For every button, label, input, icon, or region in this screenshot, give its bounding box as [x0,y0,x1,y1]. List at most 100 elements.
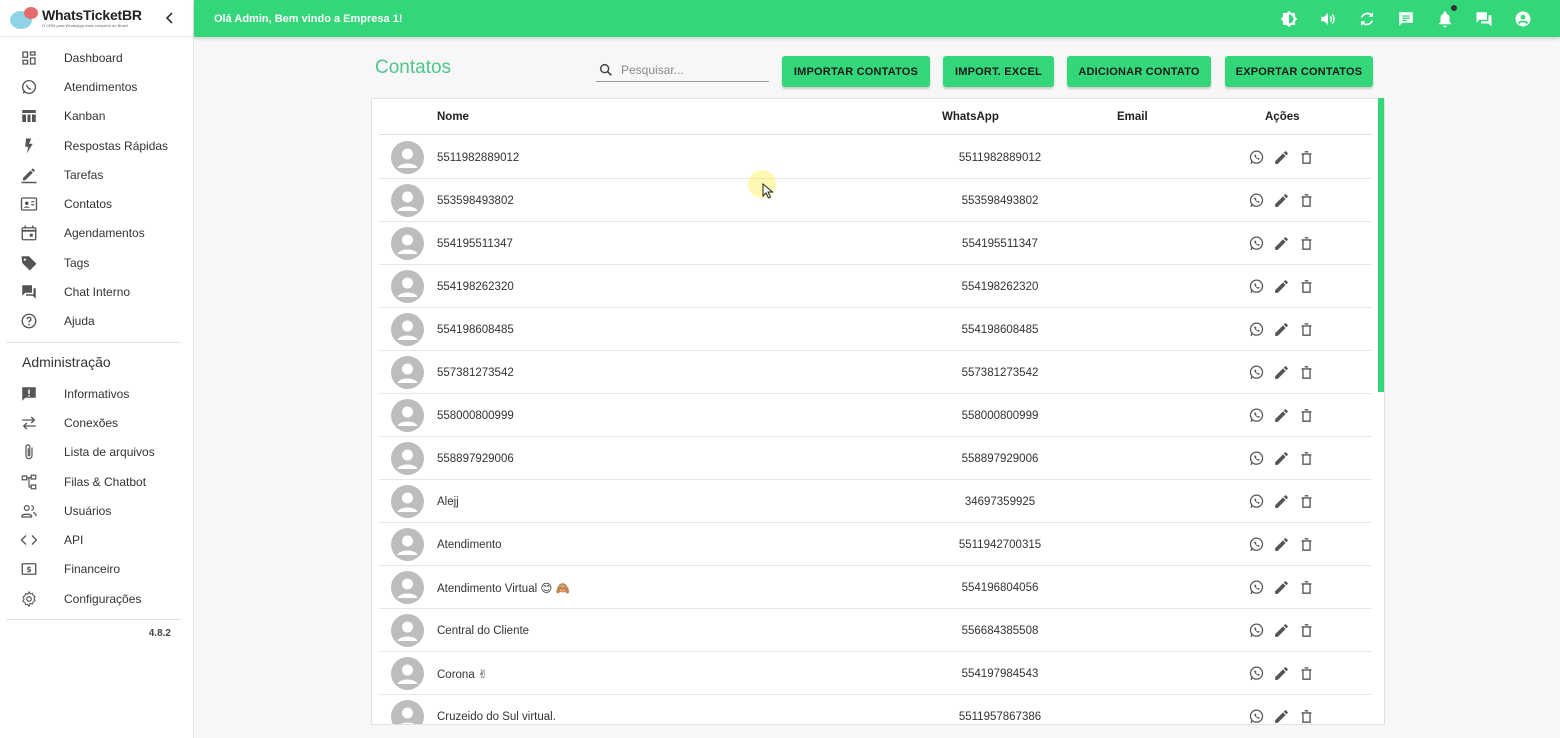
edit-contact-button[interactable] [1272,450,1290,468]
contact-name: 554198262320 [437,280,514,293]
open-whatsapp-button[interactable] [1247,622,1265,640]
open-whatsapp-button[interactable] [1247,321,1265,339]
sidebar-item-atendimentos[interactable]: Atendimentos [0,72,193,101]
edit-contact-button[interactable] [1272,579,1290,597]
delete-contact-button[interactable] [1297,450,1315,468]
open-whatsapp-button[interactable] [1247,364,1265,382]
edit-contact-button[interactable] [1272,149,1290,167]
table-row: Atendimento Virtual 😊 🙈 554196804056 [379,566,1372,609]
edit-contact-button[interactable] [1272,493,1290,511]
delete-contact-button[interactable] [1297,364,1315,382]
add-contact-button[interactable]: ADICIONAR CONTATO [1067,56,1211,87]
edit-contact-button[interactable] [1272,192,1290,210]
refresh-button[interactable] [1357,9,1376,28]
open-whatsapp-button[interactable] [1247,536,1265,554]
app-version: 4.8.2 [148,628,171,640]
sidebar-item-filas-chatbot[interactable]: Filas & Chatbot [0,467,193,496]
nav-divider [6,341,181,343]
trash-icon [1298,493,1315,510]
sidebar-item-informativos[interactable]: Informativos [0,379,193,408]
contact-whatsapp: 554197984543 [961,667,1039,680]
edit-contact-button[interactable] [1272,235,1290,253]
sidebar-item-agendamentos[interactable]: Agendamentos [0,219,193,248]
avatar [391,313,424,346]
theme-toggle-button[interactable] [1279,9,1298,28]
open-whatsapp-button[interactable] [1247,493,1265,511]
delete-contact-button[interactable] [1297,192,1315,210]
delete-contact-button[interactable] [1297,321,1315,339]
edit-contact-button[interactable] [1272,407,1290,425]
sidebar-item-conexoes[interactable]: Conexões [0,408,193,437]
avatar [391,442,424,475]
notifications-button[interactable] [1435,5,1457,28]
edit-contact-button[interactable] [1272,708,1290,725]
open-whatsapp-button[interactable] [1247,407,1265,425]
edit-contact-button[interactable] [1272,278,1290,296]
edit-contact-button[interactable] [1272,364,1290,382]
edit-contact-button[interactable] [1272,536,1290,554]
sidebar-item-lista-arquivos[interactable]: Lista de arquivos [0,438,193,467]
sidebar-item-chat-interno[interactable]: Chat Interno [0,277,193,306]
export-contacts-button[interactable]: EXPORTAR CONTATOS [1225,56,1373,87]
sidebar-item-api[interactable]: API [0,525,193,554]
table-scrollbar[interactable] [1378,98,1384,392]
delete-contact-button[interactable] [1297,536,1315,554]
open-whatsapp-button[interactable] [1247,149,1265,167]
trash-icon [1298,278,1315,295]
open-whatsapp-button[interactable] [1247,665,1265,683]
delete-contact-button[interactable] [1297,493,1315,511]
delete-contact-button[interactable] [1297,708,1315,725]
delete-contact-button[interactable] [1297,665,1315,683]
delete-contact-button[interactable] [1297,622,1315,640]
open-whatsapp-button[interactable] [1247,708,1265,725]
avatar [391,571,424,604]
edit-contact-button[interactable] [1272,622,1290,640]
sidebar-item-respostas-rapidas[interactable]: Respostas Rápidas [0,131,193,160]
table-row: Central do Cliente 556684385508 [379,609,1372,652]
topbar-actions [1279,0,1532,37]
trash-icon [1298,665,1315,682]
open-whatsapp-button[interactable] [1247,278,1265,296]
sidebar-item-ajuda[interactable]: Ajuda [0,307,193,336]
volume-button[interactable] [1318,9,1337,28]
import-excel-button[interactable]: IMPORT. EXCEL [943,56,1054,87]
trash-icon [1298,149,1315,166]
avatar [391,184,424,217]
delete-contact-button[interactable] [1297,235,1315,253]
messages-button[interactable] [1396,9,1415,28]
avatar [391,528,424,561]
table-row: 554195511347 554195511347 [379,222,1372,265]
contact-name: Atendimento [437,538,502,551]
delete-contact-button[interactable] [1297,407,1315,425]
search-input[interactable] [621,62,761,77]
contact-whatsapp: 34697359925 [964,495,1036,508]
edit-contact-button[interactable] [1272,665,1290,683]
trash-icon [1298,450,1315,467]
avatar [391,141,424,174]
open-whatsapp-button[interactable] [1247,235,1265,253]
internal-chat-button[interactable] [1474,9,1493,28]
delete-contact-button[interactable] [1297,149,1315,167]
sidebar-item-dashboard[interactable]: Dashboard [0,43,193,72]
edit-icon [1273,579,1290,596]
sidebar-item-contatos[interactable]: Contatos [0,189,193,218]
collapse-sidebar-button[interactable] [163,10,177,26]
sidebar-item-kanban[interactable]: Kanban [0,102,193,131]
sidebar-item-tags[interactable]: Tags [0,248,193,277]
sidebar-item-financeiro[interactable]: $ Financeiro [0,555,193,584]
edit-icon [1273,321,1290,338]
delete-contact-button[interactable] [1297,579,1315,597]
sidebar-item-label: Informativos [64,386,130,401]
sidebar-item-configuracoes[interactable]: Configurações [0,584,193,613]
account-tree-icon [20,473,38,491]
open-whatsapp-button[interactable] [1247,579,1265,597]
open-whatsapp-button[interactable] [1247,192,1265,210]
sidebar-item-usuarios[interactable]: Usuários [0,496,193,525]
sidebar-item-tarefas[interactable]: Tarefas [0,160,193,189]
edit-contact-button[interactable] [1272,321,1290,339]
delete-contact-button[interactable] [1297,278,1315,296]
open-whatsapp-button[interactable] [1247,450,1265,468]
code-icon [20,531,38,549]
account-button[interactable] [1513,9,1532,28]
import-contacts-button[interactable]: IMPORTAR CONTATOS [782,56,930,87]
